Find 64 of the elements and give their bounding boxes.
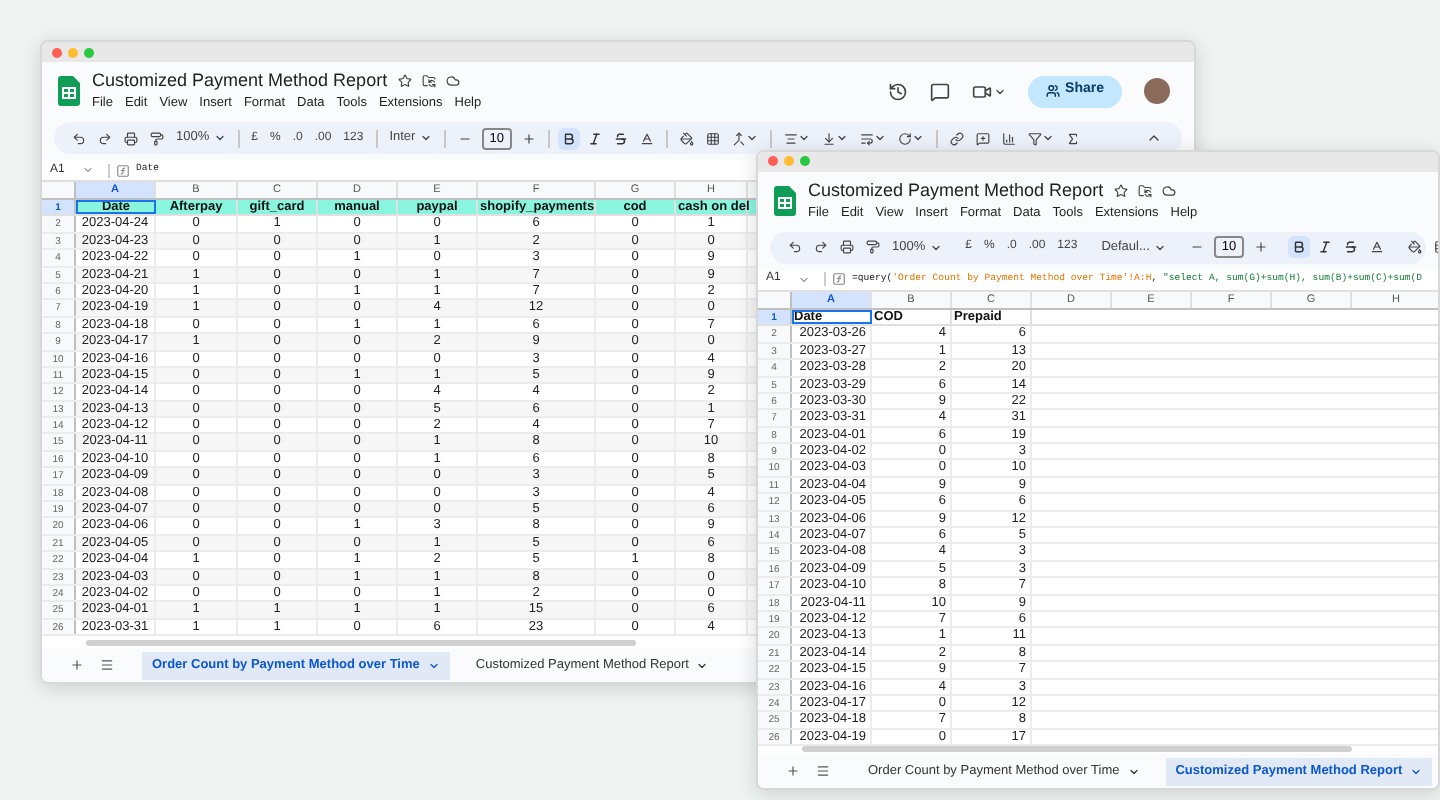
move-folder-icon[interactable] xyxy=(421,74,436,88)
add-sheet-icon[interactable] xyxy=(786,764,800,779)
add-sheet-icon[interactable] xyxy=(70,658,84,672)
caret-icon[interactable] xyxy=(873,132,886,144)
collapse-icon[interactable] xyxy=(1146,130,1162,146)
text-color-icon[interactable] xyxy=(1370,240,1385,255)
caret-icon[interactable] xyxy=(993,85,1006,97)
text-color-icon[interactable] xyxy=(639,131,654,145)
redo-icon[interactable] xyxy=(814,240,828,255)
plus-icon[interactable] xyxy=(1254,240,1269,255)
paint-format-icon[interactable] xyxy=(150,131,164,145)
caret-icon[interactable] xyxy=(911,132,924,144)
caret-icon[interactable] xyxy=(1153,241,1166,254)
chart-icon[interactable] xyxy=(1001,131,1016,145)
spreadsheet-logo-icon xyxy=(774,185,796,216)
cloud-icon[interactable] xyxy=(1161,183,1176,198)
merge-icon[interactable] xyxy=(731,131,746,145)
move-folder-icon[interactable] xyxy=(1137,183,1152,198)
caret-icon[interactable] xyxy=(696,659,709,671)
people-icon xyxy=(1045,84,1060,98)
scrollbar[interactable] xyxy=(86,640,636,646)
undo-icon[interactable] xyxy=(788,240,802,255)
print-icon[interactable] xyxy=(840,240,854,255)
spreadsheet-logo-icon xyxy=(58,76,80,106)
borders-icon[interactable] xyxy=(705,131,720,145)
caret-icon[interactable] xyxy=(419,132,432,144)
history-icon[interactable] xyxy=(887,81,908,101)
scrollbar[interactable] xyxy=(802,746,1352,753)
function-icon xyxy=(116,163,130,177)
caret-icon[interactable] xyxy=(835,132,848,144)
caret-icon[interactable] xyxy=(929,241,942,254)
link-icon[interactable] xyxy=(949,131,964,145)
avatar[interactable] xyxy=(1144,78,1170,104)
rotate-icon[interactable] xyxy=(897,131,912,145)
add-comment-icon[interactable] xyxy=(975,131,990,145)
document-title[interactable]: Customized Payment Method Report xyxy=(92,67,388,95)
cloud-icon[interactable] xyxy=(445,74,460,88)
menu-icon[interactable] xyxy=(100,658,114,672)
video-call-icon[interactable] xyxy=(971,81,992,101)
vertical-align-icon[interactable] xyxy=(821,131,836,145)
plus-icon[interactable] xyxy=(521,131,536,145)
caret-icon[interactable] xyxy=(213,132,226,144)
comment-icon[interactable] xyxy=(929,81,950,101)
star-icon[interactable] xyxy=(1113,183,1128,198)
redo-icon[interactable] xyxy=(98,131,112,145)
wrap-icon[interactable] xyxy=(859,131,874,145)
print-icon[interactable] xyxy=(124,131,138,145)
undo-icon[interactable] xyxy=(72,131,86,145)
star-icon[interactable] xyxy=(397,74,412,88)
align-icon[interactable] xyxy=(783,131,798,145)
function-icon xyxy=(832,272,846,287)
fill-color-icon[interactable] xyxy=(679,131,694,145)
paint-format-icon[interactable] xyxy=(866,240,880,255)
menu-icon[interactable] xyxy=(816,764,830,779)
caret-icon[interactable] xyxy=(1410,765,1423,778)
caret-icon[interactable] xyxy=(797,132,810,144)
caret-icon[interactable] xyxy=(745,132,758,144)
caret-icon[interactable] xyxy=(1041,132,1054,144)
document-title[interactable]: Customized Payment Method Report xyxy=(808,177,1104,205)
fill-color-icon[interactable] xyxy=(1408,240,1423,255)
sigma-icon[interactable] xyxy=(1065,131,1080,145)
caret-icon[interactable] xyxy=(427,659,440,671)
filter-icon[interactable] xyxy=(1027,131,1042,145)
caret-icon[interactable] xyxy=(1127,765,1140,778)
